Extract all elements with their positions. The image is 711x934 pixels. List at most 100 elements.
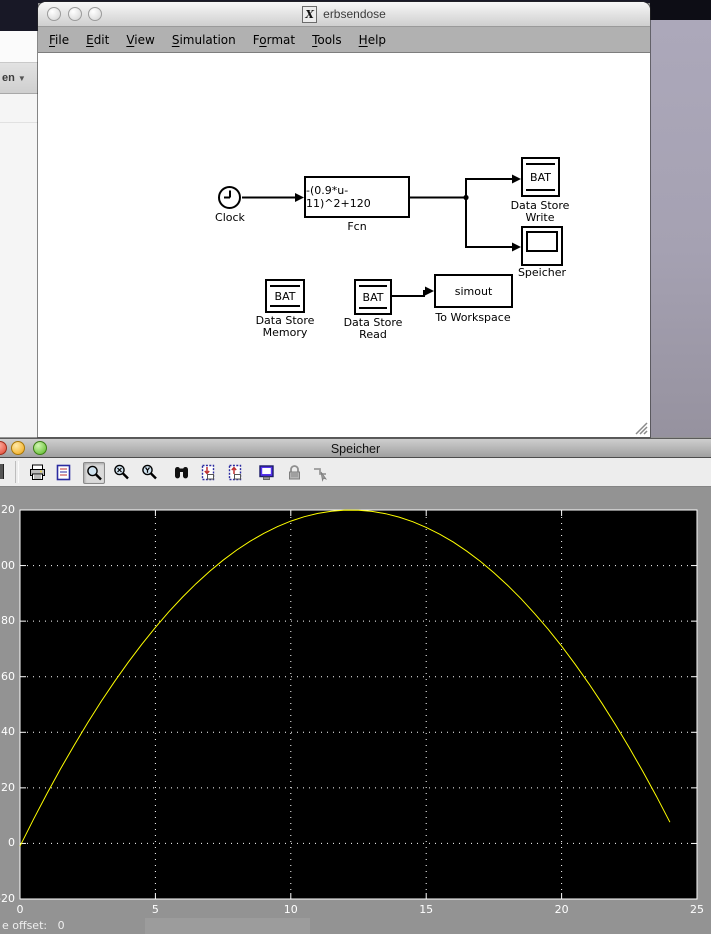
y-tick-label: 20 — [0, 781, 15, 794]
scope-block-label: Speicher — [507, 267, 577, 279]
floating-scope-icon — [257, 463, 276, 482]
window-title-area: X erbsendose — [38, 2, 650, 26]
desktop-wallpaper — [650, 20, 711, 437]
save-axes-icon — [199, 463, 218, 482]
autoscale-button[interactable] — [171, 462, 191, 482]
scope-titlebar[interactable]: Speicher — [0, 438, 711, 458]
background-dark-strip-left — [0, 0, 38, 31]
scope-window-title: Speicher — [0, 439, 711, 459]
lock-icon — [285, 463, 304, 482]
menu-edit[interactable]: Edit — [86, 33, 109, 47]
scope-plot-region: 0510152025120100806040200-20 e offset: 0 — [0, 487, 711, 934]
printer-icon — [28, 463, 47, 482]
time-offset-status: e offset: 0 — [2, 919, 65, 932]
menu-format[interactable]: Format — [253, 33, 295, 47]
block-rule — [270, 305, 300, 307]
clock-block[interactable] — [218, 186, 241, 209]
status-strip — [145, 918, 310, 934]
menu-view[interactable]: View — [126, 33, 154, 47]
arrowhead — [425, 287, 434, 296]
signal-selector-button[interactable] — [310, 462, 330, 482]
block-rule — [359, 307, 387, 309]
restore-axes-icon — [226, 463, 245, 482]
scope-plot-area[interactable] — [0, 487, 711, 934]
parameters-icon — [54, 463, 73, 482]
x-tick-label: 15 — [411, 903, 441, 916]
scope-toolbar — [0, 458, 711, 487]
arrowhead — [512, 243, 521, 252]
autoscale-binoculars-icon — [172, 463, 191, 482]
data-store-memory-label: Data Store Memory — [250, 315, 320, 339]
fcn-label: Fcn — [327, 221, 387, 233]
y-tick-label: 100 — [0, 559, 15, 572]
x-tick-label: 20 — [547, 903, 577, 916]
fcn-expression: -(0.9*u-11)^2+120 — [306, 184, 408, 210]
arrowhead — [295, 193, 304, 202]
clock-label: Clock — [210, 212, 250, 224]
data-store-write-label: Data Store Write — [505, 200, 575, 224]
zoom-icon — [85, 464, 104, 483]
restore-axes-button[interactable] — [225, 462, 245, 482]
zoom-y-icon — [140, 463, 159, 482]
background-divider — [0, 122, 38, 123]
arrowhead — [512, 175, 521, 184]
open-dropdown-button[interactable]: en▼ — [0, 72, 26, 84]
data-store-read-block[interactable]: BAT — [354, 279, 392, 315]
scope-window: Speicher — [0, 438, 711, 934]
block-rule — [526, 163, 555, 165]
clock-icon — [220, 188, 239, 207]
background-white-strip — [0, 31, 38, 63]
parameters-button[interactable] — [53, 462, 73, 482]
background-dark-strip-right — [650, 0, 711, 20]
to-workspace-block[interactable]: simout — [434, 274, 513, 308]
scope-block[interactable] — [521, 226, 563, 266]
menu-file[interactable]: File — [49, 33, 69, 47]
dropdown-caret-icon: ▼ — [18, 74, 26, 83]
x11-app-icon: X — [302, 6, 317, 23]
y-tick-label: 40 — [0, 725, 15, 738]
block-rule — [270, 285, 300, 287]
zoom-button[interactable] — [83, 462, 105, 484]
lock-axes-button[interactable] — [284, 462, 304, 482]
zoom-y-button[interactable] — [139, 462, 159, 482]
to-workspace-text: simout — [455, 285, 493, 298]
resize-grip — [636, 423, 647, 434]
block-rule — [359, 285, 387, 287]
partial-toolbar-icon — [0, 464, 4, 479]
menu-tools[interactable]: Tools — [312, 33, 342, 47]
data-store-write-block[interactable]: BAT — [521, 157, 560, 197]
x-tick-label: 25 — [682, 903, 711, 916]
simulink-model-window: X erbsendose File Edit View Simulation F… — [38, 2, 650, 437]
zoom-x-icon — [112, 463, 131, 482]
data-store-memory-text: BAT — [275, 290, 296, 303]
y-tick-label: 0 — [0, 836, 15, 849]
y-tick-label: 60 — [0, 670, 15, 683]
window-title: erbsendose — [323, 7, 386, 21]
floating-scope-button[interactable] — [256, 462, 276, 482]
signal-selector-icon — [311, 463, 330, 482]
simulink-titlebar[interactable]: X erbsendose — [38, 2, 650, 27]
menu-help[interactable]: Help — [359, 33, 386, 47]
data-store-write-text: BAT — [530, 171, 551, 184]
menu-simulation[interactable]: Simulation — [172, 33, 236, 47]
scope-block-screen-icon — [526, 231, 558, 252]
background-toolbar: en▼ — [0, 63, 38, 94]
data-store-read-label: Data Store Read — [338, 317, 408, 341]
to-workspace-label: To Workspace — [433, 312, 513, 324]
x-tick-label: 5 — [140, 903, 170, 916]
open-dropdown-label: en — [2, 72, 15, 84]
simulink-menubar: File Edit View Simulation Format Tools H… — [38, 27, 650, 53]
y-tick-label: 120 — [0, 503, 15, 516]
block-rule — [526, 189, 555, 191]
zoom-x-button[interactable] — [111, 462, 131, 482]
screen: { "background": { "left_window": { "butt… — [0, 0, 711, 934]
data-store-read-text: BAT — [363, 291, 384, 304]
model-canvas[interactable]: Clock -(0.9*u-11)^2+120 Fcn BAT Data Sto… — [39, 54, 649, 436]
y-tick-label: 80 — [0, 614, 15, 627]
save-axes-button[interactable] — [198, 462, 218, 482]
y-tick-label: -20 — [0, 892, 15, 905]
axes-box — [20, 510, 697, 899]
data-store-memory-block[interactable]: BAT — [265, 279, 305, 313]
fcn-block[interactable]: -(0.9*u-11)^2+120 — [304, 176, 410, 218]
print-button[interactable] — [27, 462, 47, 482]
